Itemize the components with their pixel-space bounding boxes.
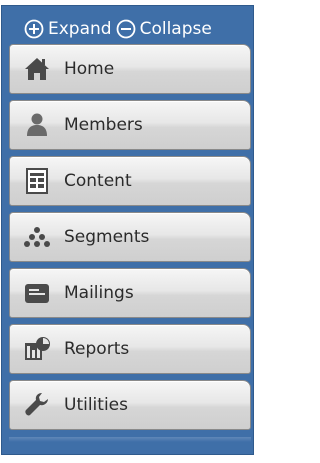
menu-item-reports[interactable]: Reports — [9, 324, 251, 374]
wrench-icon — [25, 393, 48, 416]
menu-item-label: Utilities — [64, 395, 128, 415]
home-icon — [25, 58, 49, 80]
menu-item-label: Reports — [64, 339, 130, 359]
collapse-button[interactable]: Collapse — [116, 19, 212, 39]
menu-item-label: Segments — [64, 227, 150, 247]
members-icon — [27, 113, 47, 136]
menu-item-label: Content — [64, 171, 132, 191]
content-icon — [26, 168, 48, 194]
expand-collapse-toolbar: Expand Collapse — [2, 18, 255, 40]
navigation-menu: Home Members Content Segments Mailings R… — [9, 44, 251, 436]
menu-item-label: Members — [64, 115, 143, 135]
expand-button[interactable]: Expand — [24, 19, 112, 39]
segments-icon — [24, 227, 50, 247]
navigation-panel: Expand Collapse Home Members Content Seg… — [0, 0, 256, 463]
menu-item-label: Home — [64, 59, 115, 79]
menu-item-segments[interactable]: Segments — [9, 212, 251, 262]
plus-circle-icon — [24, 19, 44, 39]
reports-icon — [25, 337, 50, 360]
navigation-bottom-edge — [9, 437, 251, 442]
menu-item-utilities[interactable]: Utilities — [9, 380, 251, 430]
mailings-icon — [25, 284, 49, 303]
collapse-label: Collapse — [139, 19, 212, 39]
menu-item-content[interactable]: Content — [9, 156, 251, 206]
minus-circle-icon — [116, 19, 135, 39]
menu-item-mailings[interactable]: Mailings — [9, 268, 251, 318]
menu-item-home[interactable]: Home — [9, 44, 251, 94]
menu-item-label: Mailings — [64, 283, 134, 303]
expand-label: Expand — [48, 19, 112, 39]
menu-item-members[interactable]: Members — [9, 100, 251, 150]
